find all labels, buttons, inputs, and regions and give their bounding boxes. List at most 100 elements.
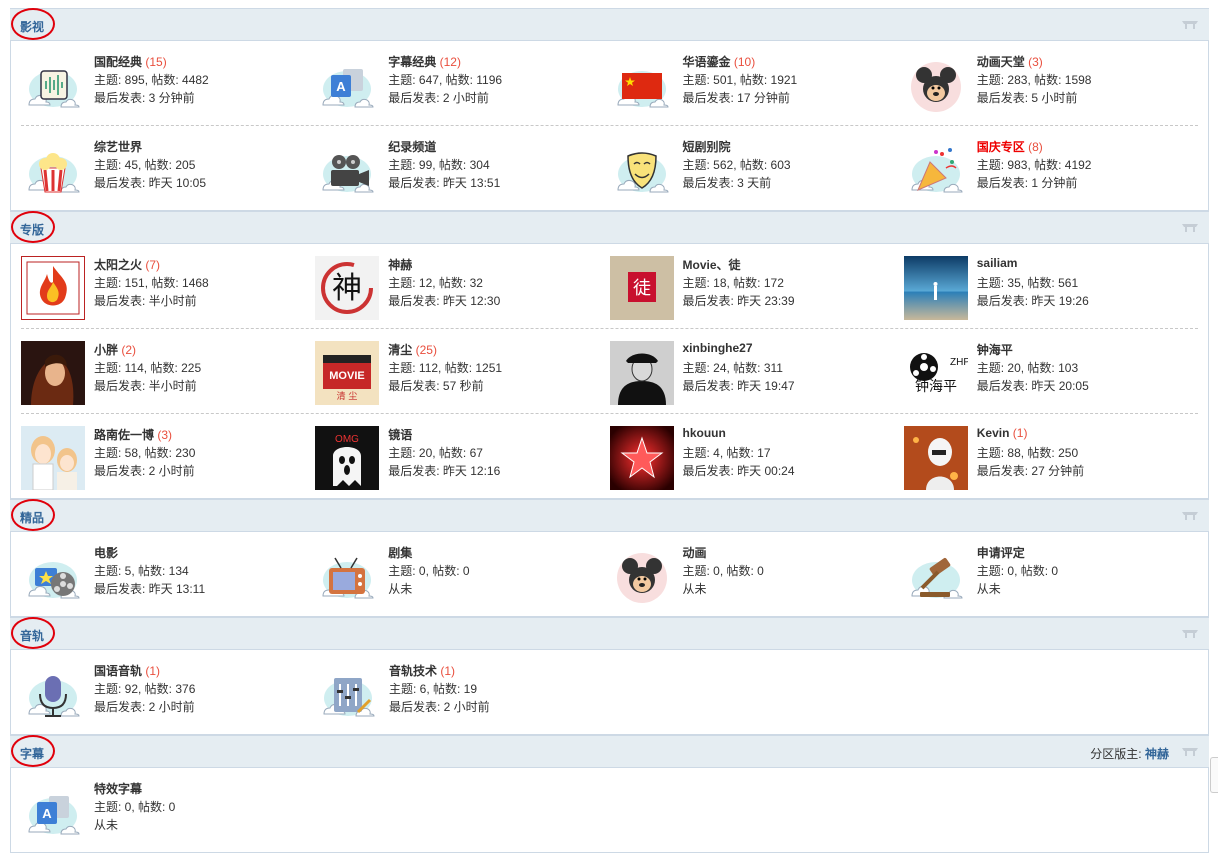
ghost-avatar-icon[interactable]: OMG [315, 426, 380, 490]
board-name-link[interactable]: 神赫 [388, 258, 412, 272]
china-flag-icon[interactable] [612, 55, 672, 115]
last-post[interactable]: 最后发表: 昨天 10:05 [94, 174, 206, 191]
last-post[interactable]: 最后发表: 27 分钟前 [977, 462, 1084, 479]
board-title: 镜语 [388, 426, 412, 443]
board-name-link[interactable]: 剧集 [388, 546, 412, 560]
theater-mask-icon[interactable] [612, 140, 672, 200]
last-post[interactable]: 从未 [94, 816, 118, 833]
board-name-link[interactable]: 国庆专区 [977, 140, 1025, 154]
audio-tech-icon[interactable] [318, 664, 378, 724]
translate-icon[interactable]: A [317, 55, 377, 115]
last-post[interactable]: 最后发表: 2 小时前 [94, 698, 195, 715]
last-post[interactable]: 最后发表: 昨天 20:05 [977, 377, 1089, 394]
board-name-link[interactable]: 纪录频道 [388, 140, 436, 154]
board-name-link[interactable]: 清尘 [388, 343, 412, 357]
section-title[interactable]: 影视 [20, 18, 44, 35]
board-name-link[interactable]: 音轨技术 [389, 664, 437, 678]
section-title[interactable]: 精品 [20, 509, 44, 526]
last-post[interactable]: 最后发表: 昨天 19:26 [977, 292, 1089, 309]
section-header: 精品 [10, 499, 1209, 532]
fire-logo-icon[interactable] [20, 255, 86, 321]
forum-section: 专版 太阳之火 (7) 主题: 151, 帖数: 1468 最后发表: 半小时前 神 神赫… [10, 211, 1209, 499]
audio-wave-icon[interactable] [23, 55, 83, 115]
board-name-link[interactable]: 特效字幕 [94, 782, 142, 796]
last-post[interactable]: 最后发表: 3 分钟前 [94, 89, 195, 106]
board-name-link[interactable]: 综艺世界 [94, 140, 142, 154]
last-post[interactable]: 从未 [977, 580, 1001, 597]
section-title[interactable]: 音轨 [20, 627, 44, 644]
forum-board: 动画 主题: 0, 帖数: 0 从未 [610, 532, 904, 616]
tv-icon[interactable] [317, 546, 377, 606]
collapse-icon[interactable] [1181, 18, 1199, 30]
board-name-link[interactable]: 小胖 [94, 343, 118, 357]
board-name-link[interactable]: Movie、徒 [683, 258, 741, 272]
last-post[interactable]: 最后发表: 昨天 13:51 [388, 174, 500, 191]
board-name-link[interactable]: 动画天堂 [977, 55, 1025, 69]
red-star-avatar-icon[interactable] [609, 426, 674, 490]
board-stats: 主题: 88, 帖数: 250 [976, 446, 1079, 460]
board-name-link[interactable]: hkouun [683, 426, 726, 440]
board-name-link[interactable]: 动画 [683, 546, 707, 560]
last-post[interactable]: 最后发表: 17 分钟前 [683, 89, 790, 106]
board-name-link[interactable]: 电影 [94, 546, 118, 560]
board-name-link[interactable]: 国配经典 [94, 55, 142, 69]
last-post[interactable]: 最后发表: 昨天 13:11 [94, 580, 205, 597]
last-post[interactable]: 最后发表: 3 天前 [683, 174, 772, 191]
last-post[interactable]: 最后发表: 1 分钟前 [977, 174, 1078, 191]
board-name-link[interactable]: Kevin [977, 426, 1010, 440]
anime-avatar-icon[interactable] [21, 426, 85, 491]
last-post[interactable]: 最后发表: 昨天 19:47 [683, 377, 795, 394]
moderator-link[interactable]: 神赫 [1145, 747, 1169, 761]
last-post[interactable]: 最后发表: 昨天 12:30 [388, 292, 500, 309]
film-camera-icon[interactable] [317, 140, 377, 200]
beach-photo-icon[interactable] [903, 256, 968, 320]
gavel-icon[interactable] [906, 546, 966, 606]
board-name-link[interactable]: 华语鎏金 [683, 55, 731, 69]
last-post[interactable]: 从未 [683, 580, 707, 597]
forum-section: 精品 电影 主题: 5, 帖数: 134 最后发表: 昨天 13:11 剧集 主题: … [10, 499, 1209, 617]
stormtrooper-avatar-icon[interactable] [903, 426, 968, 490]
board-name-link[interactable]: xinbinghe27 [683, 341, 753, 355]
board-name-link[interactable]: 申请评定 [977, 546, 1025, 560]
board-name-link[interactable]: 钟海平 [977, 343, 1013, 357]
portrait-photo-icon[interactable] [21, 341, 85, 405]
officer-photo-icon[interactable] [609, 341, 674, 405]
film-reel-avatar-icon[interactable]: ZHP 钟海平 [903, 341, 970, 405]
last-post[interactable]: 最后发表: 半小时前 [94, 377, 197, 394]
last-post[interactable]: 从未 [388, 580, 412, 597]
board-name-link[interactable]: 镜语 [388, 428, 412, 442]
movie-clapper-avatar-icon[interactable]: MOVIE 清 尘 [315, 341, 380, 405]
scroll-handle[interactable] [1210, 757, 1218, 793]
collapse-icon[interactable] [1181, 745, 1199, 757]
calligraphy-avatar-icon[interactable]: 神 [315, 256, 380, 320]
collapse-icon[interactable] [1181, 221, 1199, 233]
last-post[interactable]: 最后发表: 昨天 12:16 [388, 462, 500, 479]
popcorn-icon[interactable] [23, 140, 83, 200]
mickey-icon[interactable] [906, 55, 966, 115]
last-post[interactable]: 最后发表: 昨天 23:39 [683, 292, 795, 309]
board-name-link[interactable]: 短剧别院 [683, 140, 731, 154]
film-reel-icon[interactable] [23, 546, 83, 606]
seal-avatar-icon[interactable]: 徒 [609, 256, 674, 320]
last-post[interactable]: 最后发表: 2 小时前 [389, 698, 490, 715]
translate-icon[interactable]: A [23, 782, 83, 842]
board-name-link[interactable]: 国语音轨 [94, 664, 142, 678]
board-name-link[interactable]: 路南佐一博 [94, 428, 154, 442]
board-name-link[interactable]: sailiam [977, 256, 1018, 270]
last-post[interactable]: 最后发表: 57 秒前 [388, 377, 483, 394]
collapse-icon[interactable] [1181, 509, 1199, 521]
section-title[interactable]: 专版 [20, 221, 44, 238]
party-popper-icon[interactable] [906, 140, 966, 200]
last-post[interactable]: 最后发表: 2 小时前 [388, 89, 489, 106]
last-post[interactable]: 最后发表: 半小时前 [94, 292, 197, 309]
collapse-icon[interactable] [1181, 627, 1199, 639]
microphone-icon[interactable] [23, 664, 83, 724]
board-name-link[interactable]: 字幕经典 [388, 55, 436, 69]
mickey-icon[interactable] [612, 546, 672, 606]
last-post[interactable]: 最后发表: 2 小时前 [94, 462, 195, 479]
last-post[interactable]: 最后发表: 5 小时前 [977, 89, 1078, 106]
section-title[interactable]: 字幕 [20, 745, 44, 762]
last-post[interactable]: 最后发表: 昨天 00:24 [683, 462, 795, 479]
board-title: 神赫 [388, 256, 412, 273]
board-name-link[interactable]: 太阳之火 [94, 258, 142, 272]
